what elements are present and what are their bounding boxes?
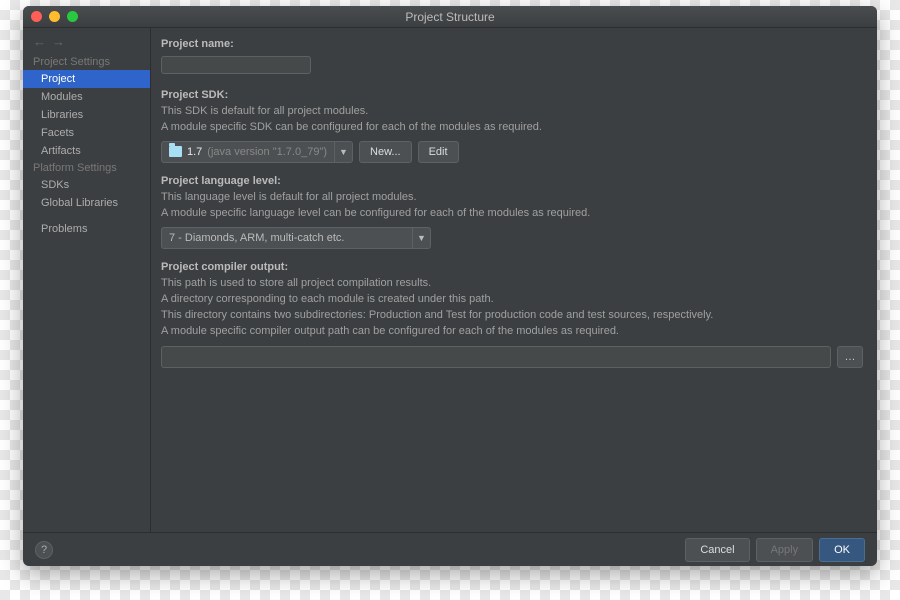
language-level-desc1: This language level is default for all p… — [161, 190, 863, 206]
compiler-output-desc4: A module specific compiler output path c… — [161, 324, 863, 340]
back-icon[interactable]: ← — [33, 35, 46, 48]
project-sdk-combo[interactable]: 1.7 (java version "1.7.0_79") ▼ — [161, 141, 353, 163]
sidebar-item-facets[interactable]: Facets — [23, 124, 150, 142]
close-icon[interactable] — [31, 11, 42, 22]
cancel-button[interactable]: Cancel — [685, 538, 749, 562]
compiler-output-desc2: A directory corresponding to each module… — [161, 292, 863, 308]
language-level-label: Project language level: — [161, 175, 863, 187]
minimize-icon[interactable] — [49, 11, 60, 22]
sidebar-heading-project: Project Settings — [23, 54, 150, 70]
compiler-output-input[interactable] — [161, 346, 831, 368]
sidebar-heading-platform: Platform Settings — [23, 160, 150, 176]
edit-sdk-button[interactable]: Edit — [418, 141, 459, 163]
chevron-down-icon[interactable]: ▼ — [412, 228, 430, 248]
dialog-project-structure: Project Structure ← → Project Settings P… — [23, 6, 877, 566]
sidebar: ← → Project Settings Project Modules Lib… — [23, 28, 151, 532]
project-name-section: Project name: — [161, 38, 863, 77]
compiler-output-section: Project compiler output: This path is us… — [161, 261, 863, 368]
sidebar-toolbar: ← → — [23, 32, 150, 54]
sidebar-item-global-libraries[interactable]: Global Libraries — [23, 194, 150, 212]
language-level-selected: 7 - Diamonds, ARM, multi-catch etc. — [169, 232, 344, 244]
project-sdk-label: Project SDK: — [161, 89, 863, 101]
main-panel: Project name: Project SDK: This SDK is d… — [151, 28, 877, 532]
chevron-down-icon[interactable]: ▼ — [334, 142, 352, 162]
titlebar: Project Structure — [23, 6, 877, 28]
sidebar-item-modules[interactable]: Modules — [23, 88, 150, 106]
sdk-selected-name: 1.7 — [187, 146, 202, 158]
project-sdk-section: Project SDK: This SDK is default for all… — [161, 89, 863, 163]
new-sdk-button[interactable]: New... — [359, 141, 412, 163]
sidebar-item-libraries[interactable]: Libraries — [23, 106, 150, 124]
browse-output-button[interactable]: … — [837, 346, 863, 368]
project-sdk-desc1: This SDK is default for all project modu… — [161, 104, 863, 120]
language-level-combo[interactable]: 7 - Diamonds, ARM, multi-catch etc. ▼ — [161, 227, 431, 249]
apply-button[interactable]: Apply — [756, 538, 814, 562]
project-sdk-desc2: A module specific SDK can be configured … — [161, 120, 863, 136]
dialog-footer: ? Cancel Apply OK — [23, 532, 877, 566]
compiler-output-desc3: This directory contains two subdirectori… — [161, 308, 863, 324]
forward-icon[interactable]: → — [52, 35, 65, 48]
sidebar-item-artifacts[interactable]: Artifacts — [23, 142, 150, 160]
compiler-output-desc1: This path is used to store all project c… — [161, 276, 863, 292]
window-title: Project Structure — [23, 10, 877, 24]
ok-button[interactable]: OK — [819, 538, 865, 562]
project-name-input[interactable] — [161, 56, 311, 74]
window-controls — [31, 11, 78, 22]
compiler-output-label: Project compiler output: — [161, 261, 863, 273]
maximize-icon[interactable] — [67, 11, 78, 22]
language-level-section: Project language level: This language le… — [161, 175, 863, 249]
project-name-label: Project name: — [161, 38, 863, 50]
sidebar-item-problems[interactable]: Problems — [23, 220, 150, 238]
sidebar-item-sdks[interactable]: SDKs — [23, 176, 150, 194]
help-button[interactable]: ? — [35, 541, 53, 559]
sidebar-item-project[interactable]: Project — [23, 70, 150, 88]
sdk-selected-version: (java version "1.7.0_79") — [207, 146, 327, 158]
sdk-folder-icon — [169, 146, 182, 157]
language-level-desc2: A module specific language level can be … — [161, 206, 863, 222]
